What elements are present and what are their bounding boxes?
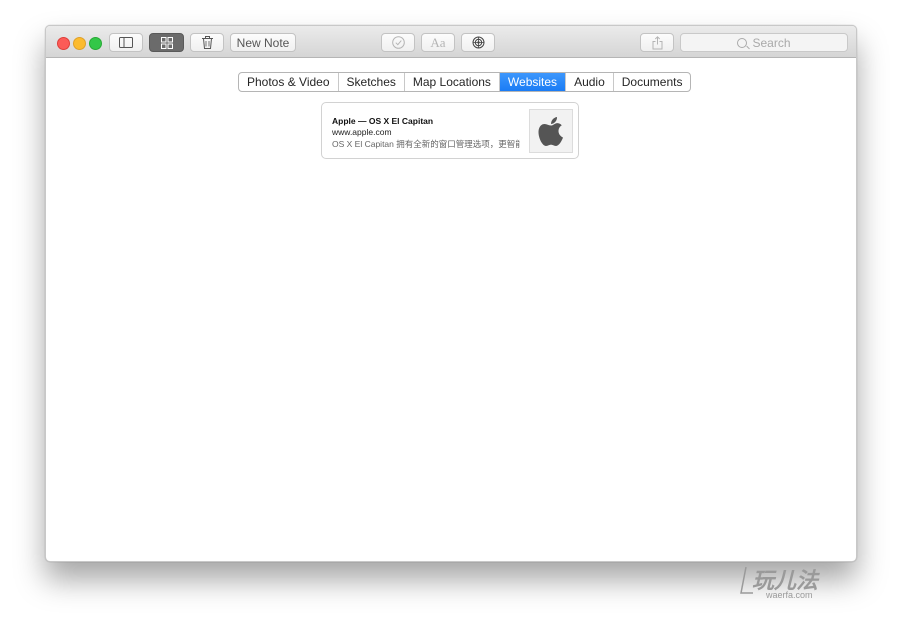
website-attachment-card[interactable]: Apple — OS X El Capitan www.apple.com OS… [321,102,579,159]
checklist-icon [391,36,405,49]
close-button[interactable] [57,37,70,50]
search-icon [737,37,748,48]
minimize-button[interactable] [73,37,86,50]
new-note-button[interactable]: New Note [230,33,296,52]
search-placeholder: Search [752,35,791,50]
tab-photos-video[interactable]: Photos & Video [239,73,339,91]
zoom-button[interactable] [89,37,102,50]
attachment-category-tabs: Photos & Video Sketches Map Locations We… [238,72,692,92]
tab-websites[interactable]: Websites [499,73,567,91]
tab-map-locations[interactable]: Map Locations [405,73,500,91]
website-thumbnail [529,109,573,153]
add-people-icon [472,36,484,49]
sidebar-toggle-icon [119,37,133,48]
website-url: www.apple.com [332,127,392,137]
tab-audio[interactable]: Audio [566,73,614,91]
format-button[interactable]: Aa [421,33,455,52]
notes-window: New Note Aa Search Photos & Video Sketch… [45,25,857,562]
search-field[interactable]: Search [680,33,848,52]
watermark-sub: waerfa.com [766,590,813,600]
add-people-button[interactable] [461,33,495,52]
website-title: Apple — OS X El Capitan [332,116,434,126]
attachment-browser-button[interactable] [149,33,184,52]
text-format-icon: Aa [430,34,446,50]
toolbar: New Note Aa Search [46,26,856,58]
attachment-browser-icon [160,36,173,49]
delete-button[interactable] [190,33,224,52]
checklist-button[interactable] [381,33,415,52]
trash-icon [201,36,213,49]
tab-documents[interactable]: Documents [614,73,691,91]
tab-sketches[interactable]: Sketches [339,73,405,91]
new-note-label: New Note [236,35,290,50]
watermark: 玩儿法 waerfa.com [740,563,850,603]
sidebar-toggle-button[interactable] [109,33,143,52]
apple-logo-icon [538,116,563,146]
website-description: OS X El Capitan 拥有全新的窗口管理选项，更智能 [332,139,520,149]
share-button[interactable] [640,33,674,52]
share-icon [652,35,662,49]
